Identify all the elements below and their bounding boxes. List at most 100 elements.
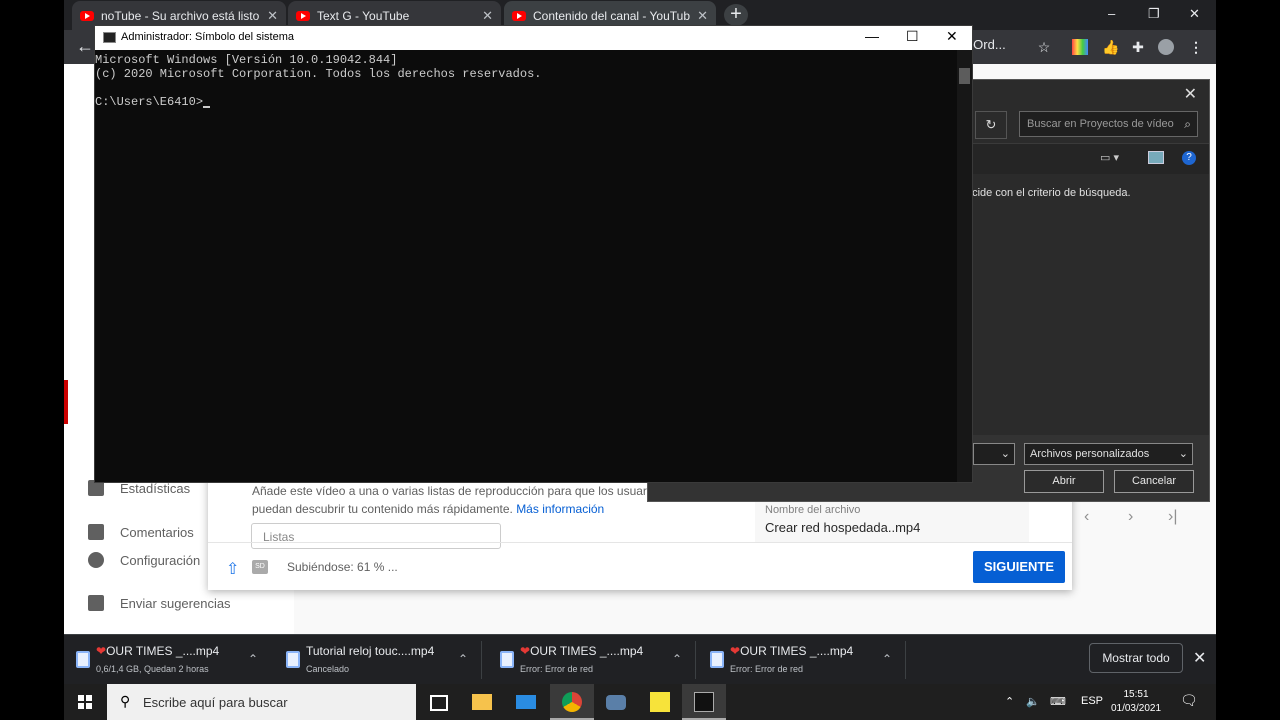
file-name-box: Nombre del archivo Crear red hospedada..… [755,498,1029,542]
upload-icon: ⇧ [226,561,240,578]
chevron-up-icon[interactable]: ⌃ [248,652,258,666]
taskbar-search[interactable]: ⚲ Escribe aquí para buscar [107,684,416,720]
color-extension-icon[interactable] [1072,39,1088,55]
chrome-icon [562,692,582,712]
chevron-down-icon: ⌄ [1000,448,1010,460]
keyboard-icon[interactable]: ⌨ [1050,695,1066,708]
chevron-up-icon[interactable]: ⌃ [882,652,892,666]
download-status: Error: Error de red [730,664,804,674]
download-name: OUR TIMES _....mp4 [106,644,220,658]
start-button[interactable] [64,684,106,720]
taskbar-chrome[interactable] [550,684,594,720]
clock[interactable]: 15:51 01/03/2021 [1108,688,1164,716]
chevron-down-icon: ⌄ [1178,448,1188,460]
file-search-input[interactable]: Buscar en Proyectos de vídeo ⌕ [1019,111,1198,137]
taskbar-camera[interactable] [594,684,638,720]
taskbar-cmd[interactable] [682,684,726,720]
preview-pane-icon[interactable] [1148,151,1164,164]
thumb-extension-icon[interactable]: 👍 [1102,39,1119,55]
cmd-scrollbar[interactable] [957,50,972,482]
text-cursor [203,106,211,108]
next-page-icon[interactable]: › [1128,508,1133,526]
taskbar-explorer[interactable] [460,684,504,720]
scrollbar-thumb[interactable] [959,68,970,84]
back-arrow-icon[interactable]: ← [76,37,94,55]
heart-icon: ❤ [520,644,531,658]
extensions-puzzle-icon[interactable]: ✚ [1130,39,1146,55]
upload-status: Subiéndose: 61 % ... [287,560,398,574]
chevron-up-icon[interactable]: ⌃ [1005,695,1014,708]
close-icon[interactable]: ✕ [482,8,493,24]
sidebar-item-label: Comentarios [120,524,194,540]
file-name-label: Nombre del archivo [765,504,861,516]
bookmark-star-icon[interactable]: ☆ [1036,39,1052,55]
maximize-icon[interactable]: ☐ [906,28,919,45]
feedback-icon [88,595,104,611]
console-line: (c) 2020 Microsoft Corporation. Todos lo… [95,67,542,81]
close-icon[interactable]: ✕ [946,28,958,45]
close-window-icon[interactable]: ✕ [1189,6,1200,22]
show-all-button[interactable]: Mostrar todo [1089,643,1183,673]
help-icon[interactable]: ? [1182,151,1196,165]
cmd-icon [694,692,714,712]
download-item[interactable]: ❤OUR TIMES _....mp4 Error: Error de red … [488,635,696,685]
close-icon[interactable]: ✕ [267,8,278,24]
windows-logo-icon [78,695,92,709]
minimize-icon[interactable]: — [865,28,879,44]
task-view-button[interactable] [416,684,460,720]
more-info-link[interactable]: Más información [516,502,604,516]
file-icon [710,651,724,668]
cmd-console[interactable]: Microsoft Windows [Versión 10.0.19042.84… [95,50,957,485]
comments-icon [88,524,104,540]
close-downloads-icon[interactable]: ✕ [1193,648,1206,668]
chevron-up-icon[interactable]: ⌃ [672,652,682,666]
prev-page-icon[interactable]: ‹ [1084,508,1089,526]
mail-icon [516,695,536,709]
taskbar-sticky-notes[interactable] [638,684,682,720]
download-name: OUR TIMES _....mp4 [530,644,644,658]
file-name-value: Crear red hospedada..mp4 [765,520,921,535]
tab-title: Contenido del canal - YouTube S [533,8,691,23]
taskbar-search-placeholder: Escribe aquí para buscar [143,695,288,710]
download-status: Cancelado [306,664,350,674]
download-name: OUR TIMES _....mp4 [740,644,854,658]
profile-avatar[interactable] [1158,39,1174,55]
open-button[interactable]: Abrir [1024,470,1104,493]
next-button[interactable]: SIGUIENTE [973,551,1065,583]
download-item[interactable]: Tutorial reloj touc....mp4 Cancelado ⌃ [274,635,482,685]
download-item[interactable]: ❤OUR TIMES _....mp4 0,6/1,4 GB, Quedan 2… [64,635,272,685]
new-tab-button[interactable]: + [724,4,748,26]
file-type-select[interactable]: Archivos personalizados ⌄ [1024,443,1193,465]
filename-combo[interactable]: ⌄ [973,443,1015,465]
restore-icon[interactable]: ❐ [1148,6,1160,22]
refresh-icon[interactable]: ↻ [975,111,1007,139]
download-item[interactable]: ❤OUR TIMES _....mp4 Error: Error de red … [698,635,906,685]
cmd-titlebar[interactable]: Administrador: Símbolo del sistema — ☐ ✕ [95,26,972,50]
playlist-description: Añade este vídeo a una o varias listas d… [252,484,663,516]
console-line: Microsoft Windows [Versión 10.0.19042.84… [95,53,398,67]
close-icon[interactable]: ✕ [697,8,708,24]
sticky-notes-icon [650,692,670,712]
minimize-icon[interactable]: – [1108,6,1115,21]
chevron-up-icon[interactable]: ⌃ [458,652,468,666]
close-icon[interactable]: ✕ [1184,84,1197,104]
menu-kebab-icon[interactable]: ⋮ [1188,39,1204,55]
taskbar-mail[interactable] [504,684,548,720]
sidebar-item-sugerencias[interactable]: Enviar sugerencias [64,588,294,618]
cancel-button[interactable]: Cancelar [1114,470,1194,493]
youtube-icon [80,10,94,21]
search-icon: ⌕ [1184,117,1191,131]
file-icon [500,651,514,668]
sidebar-item-label: Configuración [120,552,201,568]
language-indicator[interactable]: ESP [1081,695,1103,707]
last-page-icon[interactable]: ›| [1168,508,1177,526]
cmd-title: Administrador: Símbolo del sistema [121,31,295,43]
view-options-icon[interactable]: ▭ ▾ [1100,151,1119,164]
divider [481,641,482,679]
volume-icon[interactable]: 🔈 [1026,695,1040,708]
file-icon [76,651,90,668]
download-status: Error: Error de red [520,664,594,674]
gear-icon [88,552,104,568]
downloads-bar: ❤OUR TIMES _....mp4 0,6/1,4 GB, Quedan 2… [64,634,1216,685]
notifications-icon[interactable]: 🗨 [1180,692,1198,709]
